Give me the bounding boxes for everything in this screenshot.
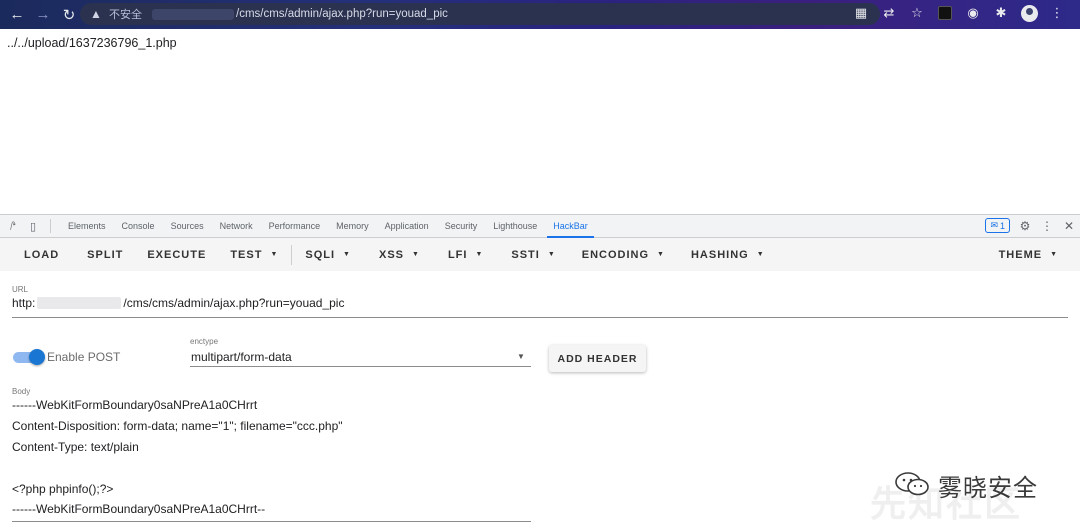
tab-network[interactable]: Network: [212, 215, 261, 238]
watermark-text: 雾晓安全: [938, 475, 1038, 502]
load-label: LOAD: [24, 248, 60, 261]
caret-down-icon: ▼: [343, 251, 351, 258]
body-line[interactable]: Content-Disposition: form-data; name="1"…: [12, 419, 343, 433]
add-header-button[interactable]: ADD HEADER: [549, 345, 646, 372]
tab-lighthouse[interactable]: Lighthouse: [485, 215, 545, 238]
redacted-host: [37, 297, 122, 309]
settings-gear-icon[interactable]: ⚙: [1018, 219, 1032, 233]
caret-down-icon: ▼: [756, 251, 765, 258]
reload-icon[interactable]: ↻: [58, 4, 80, 26]
sqli-menu-button[interactable]: SQLI ▼: [293, 238, 363, 271]
body-line[interactable]: Content-Type: text/plain: [12, 440, 139, 454]
ssti-label: SSTI: [511, 248, 540, 261]
tab-application[interactable]: Application: [377, 215, 437, 238]
url-field[interactable]: http: /cms/cms/admin/ajax.php?run=youad_…: [12, 296, 344, 310]
warning-icon: ▲: [90, 7, 102, 21]
body-label: Body: [12, 387, 31, 396]
hackbar-toolbar: LOAD SPLIT EXECUTE TEST ▼ SQLI ▼ XSS ▼ LFI ▼…: [0, 238, 1080, 271]
toggle-knob: [29, 349, 45, 365]
divider: [291, 244, 293, 265]
enctype-underline: [190, 366, 531, 367]
encoding-label: ENCODING: [581, 248, 650, 261]
close-icon[interactable]: ✕: [1062, 219, 1076, 233]
inspect-element-icon[interactable]: ⭚: [6, 219, 20, 233]
tab-sources[interactable]: Sources: [163, 215, 212, 238]
tab-elements[interactable]: Elements: [60, 215, 114, 238]
body-line[interactable]: <?php phpinfo();?>: [12, 482, 113, 496]
chevron-down-icon[interactable]: ▼: [517, 352, 525, 361]
tab-security[interactable]: Security: [437, 215, 486, 238]
address-url: /cms/cms/admin/ajax.php?run=youad_pic: [236, 8, 448, 20]
encoding-menu-button[interactable]: ENCODING ▼: [568, 238, 677, 271]
page-response-text: ../../upload/1637236796_1.php: [7, 36, 177, 50]
caret-down-icon: ▼: [270, 251, 279, 258]
message-icon: ✉: [990, 220, 998, 230]
execute-label: EXECUTE: [147, 248, 207, 261]
browser-toolbar: ← → ↻ ▲ 不安全 /cms/cms/admin/ajax.php?run=…: [0, 0, 1080, 29]
insecure-label: 不安全: [109, 9, 142, 21]
enable-post-label: Enable POST: [47, 350, 121, 364]
redacted-host: [152, 8, 234, 20]
extension-dark-icon[interactable]: [936, 4, 954, 22]
theme-label: THEME: [998, 248, 1043, 261]
hashing-menu-button[interactable]: HASHING ▼: [677, 238, 777, 271]
enctype-label: enctype: [190, 337, 219, 346]
devtools-tab-bar: ⭚ ▯ Elements Console Sources Network Per…: [0, 215, 1080, 238]
lfi-label: LFI: [447, 248, 468, 261]
menu-kebab-icon[interactable]: ⋮: [1048, 4, 1066, 22]
ssti-menu-button[interactable]: SSTI ▼: [495, 238, 567, 271]
devtools-menu-icon[interactable]: ⋮: [1040, 219, 1054, 233]
lfi-menu-button[interactable]: LFI ▼: [432, 238, 495, 271]
puzzle-icon[interactable]: ✱: [992, 4, 1010, 22]
load-button[interactable]: LOAD: [0, 238, 71, 271]
url-field-underline: [12, 317, 1068, 318]
tab-performance[interactable]: Performance: [261, 215, 329, 238]
extension-ring-icon[interactable]: ◉: [964, 4, 982, 22]
translate-icon[interactable]: ⇄: [880, 4, 898, 22]
back-arrow-icon[interactable]: ←: [6, 4, 28, 26]
enable-post-toggle[interactable]: [13, 349, 45, 365]
divider: [50, 219, 51, 233]
caret-down-icon: ▼: [412, 251, 420, 258]
hashing-label: HASHING: [690, 248, 749, 261]
caret-down-icon: ▼: [475, 251, 484, 258]
body-line[interactable]: ------WebKitFormBoundary0saNPreA1a0CHrrt: [12, 398, 257, 412]
xss-menu-button[interactable]: XSS ▼: [363, 238, 432, 271]
tab-memory[interactable]: Memory: [328, 215, 377, 238]
execute-button[interactable]: EXECUTE: [135, 238, 218, 271]
caret-down-icon: ▼: [1050, 251, 1058, 258]
qr-code-icon[interactable]: ▦: [852, 4, 870, 22]
test-label: TEST: [230, 248, 263, 261]
forward-arrow-icon[interactable]: →: [32, 4, 54, 26]
address-bar[interactable]: ▲ 不安全 /cms/cms/admin/ajax.php?run=youad_…: [80, 3, 880, 25]
avatar[interactable]: [1020, 4, 1038, 22]
body-underline: [12, 521, 531, 522]
theme-menu-button[interactable]: THEME ▼: [987, 238, 1070, 271]
sqli-label: SQLI: [305, 248, 336, 261]
device-toolbar-icon[interactable]: ▯: [26, 219, 40, 233]
tab-hackbar[interactable]: HackBar: [545, 215, 596, 238]
split-label: SPLIT: [87, 248, 124, 261]
caret-down-icon: ▼: [547, 251, 556, 258]
issues-count: 1: [999, 220, 1005, 231]
caret-down-icon: ▼: [657, 251, 665, 258]
bookmark-star-icon[interactable]: ☆: [908, 4, 926, 22]
body-line[interactable]: ------WebKitFormBoundary0saNPreA1a0CHrrt…: [12, 502, 265, 516]
tab-console[interactable]: Console: [114, 215, 163, 238]
wechat-logo-icon: [895, 472, 929, 496]
enctype-select[interactable]: multipart/form-data: [191, 350, 292, 364]
issues-badge[interactable]: ✉ 1: [985, 218, 1010, 233]
url-prefix: http:: [12, 296, 36, 310]
xss-label: XSS: [378, 248, 404, 261]
test-menu-button[interactable]: TEST ▼: [218, 238, 290, 271]
url-suffix: /cms/cms/admin/ajax.php?run=youad_pic: [123, 296, 345, 310]
split-button[interactable]: SPLIT: [71, 238, 135, 271]
url-field-label: URL: [12, 285, 29, 294]
